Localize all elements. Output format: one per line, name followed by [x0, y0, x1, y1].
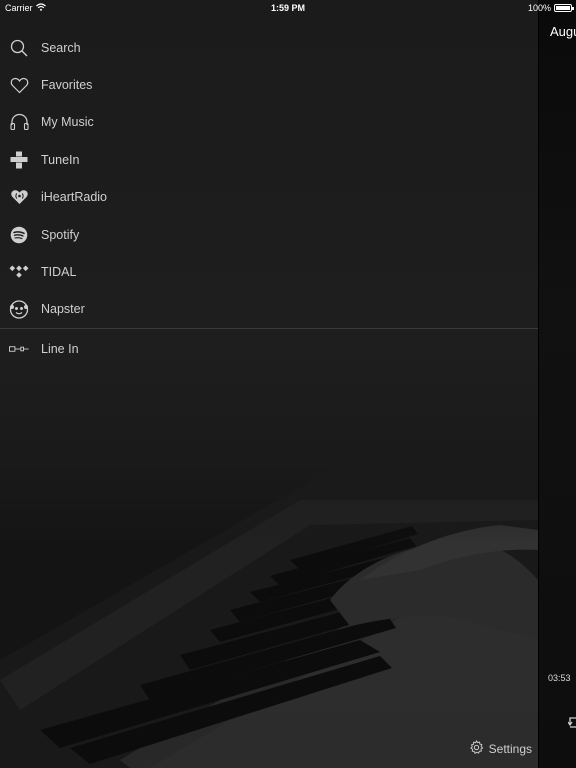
spotify-icon [9, 225, 29, 245]
status-bar: Carrier 1:59 PM 100% [0, 0, 576, 16]
now-playing-panel[interactable]: Augu 03:53 [538, 0, 576, 768]
menu-item-line-in[interactable]: Line In [0, 330, 538, 367]
menu-item-iheartradio[interactable]: iHeartRadio [0, 179, 538, 216]
menu-item-label: Napster [41, 302, 85, 317]
tidal-icon [9, 262, 29, 282]
menu-divider [0, 328, 538, 330]
song-title: Augu [550, 24, 576, 39]
headphones-icon [9, 112, 29, 132]
menu-item-search[interactable]: Search [0, 29, 538, 66]
line-in-icon [9, 339, 29, 359]
menu-item-label: Line In [41, 341, 79, 356]
menu-item-favorites[interactable]: Favorites [0, 66, 538, 103]
source-menu: Search Favorites My Music TuneIn iHeartR… [0, 29, 538, 368]
menu-item-label: Favorites [41, 78, 93, 93]
search-icon [9, 38, 29, 58]
battery-percent: 100% [527, 3, 551, 13]
settings-label: Settings [488, 742, 532, 756]
heart-icon [9, 75, 29, 95]
track-duration: 03:53 [548, 673, 571, 683]
menu-item-my-music[interactable]: My Music [0, 104, 538, 141]
tunein-icon [9, 150, 29, 170]
source-sidebar: Search Favorites My Music TuneIn iHeartR… [0, 0, 538, 768]
menu-item-napster[interactable]: Napster [0, 291, 538, 328]
battery-indicator: 100% [527, 3, 574, 13]
settings-button[interactable]: Settings [469, 739, 532, 758]
menu-item-spotify[interactable]: Spotify [0, 216, 538, 253]
piano-background-image [0, 430, 538, 768]
menu-item-label: iHeartRadio [41, 190, 108, 205]
napster-icon [9, 299, 29, 320]
menu-item-label: My Music [41, 115, 94, 130]
status-time: 1:59 PM [270, 3, 305, 13]
battery-icon [554, 4, 574, 12]
iheartradio-icon [9, 187, 29, 207]
menu-item-label: TuneIn [41, 152, 80, 167]
menu-item-tunein[interactable]: TuneIn [0, 141, 538, 178]
menu-item-tidal[interactable]: TIDAL [0, 253, 538, 290]
repeat-icon[interactable] [567, 716, 576, 735]
menu-item-label: Spotify [41, 227, 80, 242]
menu-item-label: Search [41, 40, 81, 55]
menu-item-label: TIDAL [41, 265, 77, 280]
gear-icon [469, 739, 484, 758]
